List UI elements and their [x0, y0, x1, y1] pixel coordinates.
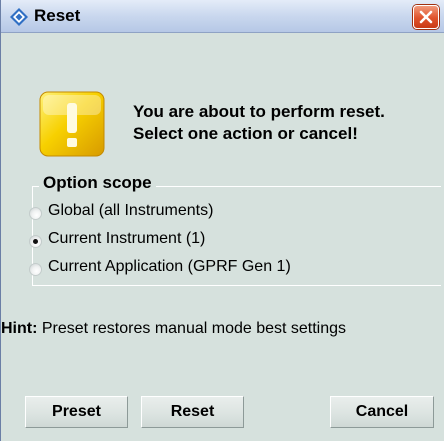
rohde-schwarz-diamond-icon	[10, 8, 28, 26]
hint-text: Hint: Preset restores manual mode best s…	[1, 320, 346, 338]
hint-message: Preset restores manual mode best setting…	[37, 320, 347, 337]
message-line-1: You are about to perform reset.	[133, 102, 385, 121]
window-title: Reset	[34, 6, 81, 25]
preset-button[interactable]: Preset	[25, 396, 128, 428]
hint-label: Hint:	[1, 320, 38, 337]
radio-button[interactable]	[29, 263, 42, 276]
close-button[interactable]	[413, 5, 439, 29]
reset-dialog: Reset You are about to perform reset. Se	[0, 0, 444, 441]
option-scope-legend: Option scope	[39, 173, 156, 193]
reset-button[interactable]: Reset	[141, 396, 244, 428]
warning-exclamation-icon	[39, 91, 105, 157]
title-bar[interactable]: Reset	[1, 0, 444, 33]
radio-button-selected[interactable]	[29, 235, 42, 248]
close-x-icon	[419, 10, 433, 24]
radio-option-global[interactable]: Global (all Instruments)	[29, 202, 369, 224]
message-line-2: Select one action or cancel!	[133, 124, 358, 143]
radio-option-current-application[interactable]: Current Application (GPRF Gen 1)	[29, 258, 369, 280]
radio-label[interactable]: Global (all Instruments)	[48, 202, 213, 220]
radio-option-current-instrument[interactable]: Current Instrument (1)	[29, 230, 369, 252]
radio-label[interactable]: Current Instrument (1)	[48, 230, 205, 248]
radio-label[interactable]: Current Application (GPRF Gen 1)	[48, 258, 291, 276]
radio-button[interactable]	[29, 207, 42, 220]
cancel-button[interactable]: Cancel	[330, 396, 434, 428]
